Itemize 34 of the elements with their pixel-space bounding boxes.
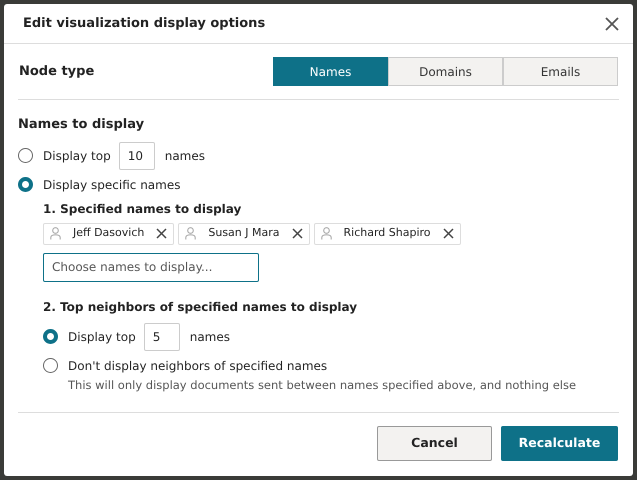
node-type-tab[interactable]: Names: [273, 57, 388, 86]
primary-button[interactable]: Recalculate: [501, 426, 618, 461]
section-heading: 2. Top neighbors of specified names to display: [43, 298, 358, 316]
chip-label: Richard Shapiro: [344, 225, 431, 242]
option-description: This will only display documents sent between names specified above, and nothing else: [68, 376, 576, 394]
person-icon: [185, 227, 196, 240]
chip-label: Jeff Dasovich: [73, 225, 144, 242]
option-label: names: [190, 328, 230, 346]
node-type-label: Node type: [19, 62, 94, 81]
node-type-tab[interactable]: Domains: [388, 57, 503, 86]
section-heading: 1. Specified names to display: [43, 200, 242, 218]
radio-button[interactable]: [43, 358, 58, 372]
count-input-field[interactable]: 5: [144, 322, 180, 350]
radio-button[interactable]: [18, 176, 33, 192]
dialog-title: Edit visualization display options: [23, 14, 266, 33]
option-label: Display top: [43, 148, 111, 164]
person-icon: [320, 227, 332, 240]
person-icon: [50, 227, 61, 240]
option-label: Don't display neighbors of specified names: [68, 358, 328, 374]
node-type-tab[interactable]: Emails: [503, 57, 618, 86]
radio-button[interactable]: [18, 148, 33, 163]
remove-icon[interactable]: [156, 228, 168, 239]
names-input-field[interactable]: Choose names to display...: [43, 252, 259, 282]
option-label: names: [164, 148, 206, 164]
option-label: Display top: [68, 328, 136, 346]
remove-icon[interactable]: [292, 228, 302, 239]
secondary-button[interactable]: Cancel: [377, 426, 492, 461]
remove-icon[interactable]: [442, 228, 454, 239]
close-icon[interactable]: [605, 16, 619, 30]
radio-button[interactable]: [43, 329, 58, 344]
section-heading: Names to display: [18, 116, 146, 134]
chip-label: Susan J Mara: [208, 225, 280, 242]
option-label: Display specific names: [43, 176, 180, 194]
count-input-field[interactable]: 10: [118, 142, 155, 170]
